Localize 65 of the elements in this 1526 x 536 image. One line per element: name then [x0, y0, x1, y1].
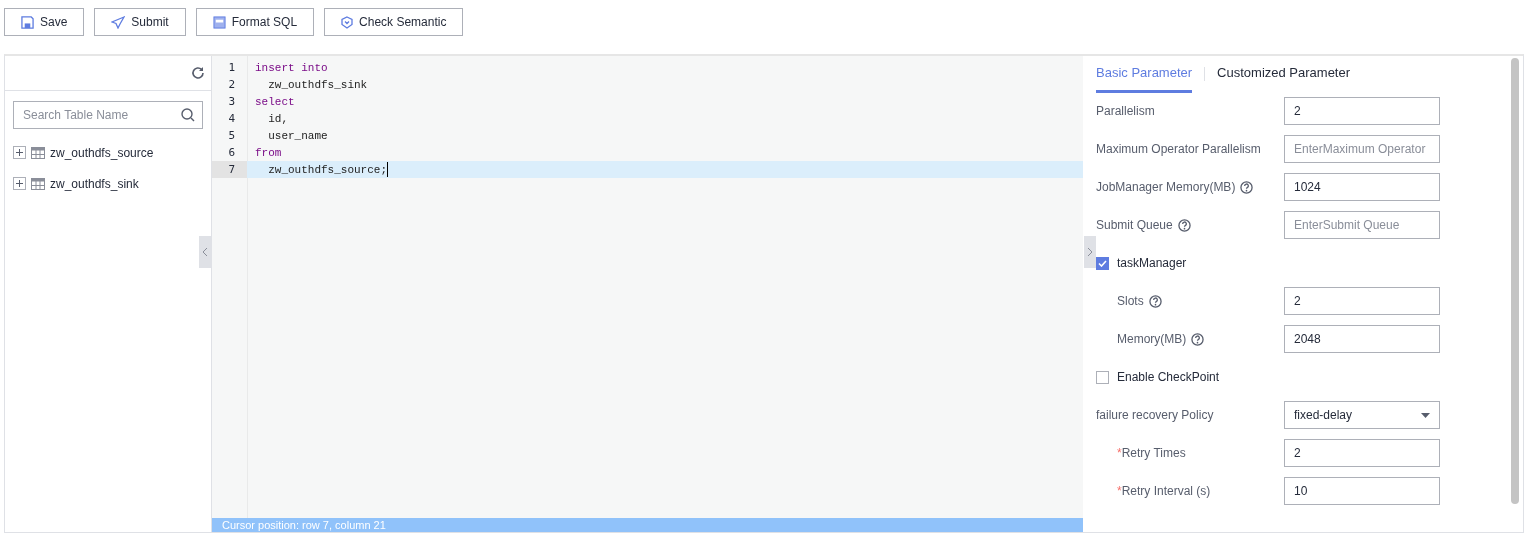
- checkbox[interactable]: [1096, 256, 1109, 270]
- code-line: id,: [267, 112, 288, 125]
- caret-icon: [1421, 412, 1430, 418]
- search-icon[interactable]: [181, 108, 195, 122]
- code-line: zw_outhdfs_source;: [267, 163, 388, 176]
- expand-icon[interactable]: [13, 177, 26, 190]
- expand-handle[interactable]: [1084, 236, 1096, 268]
- input-field[interactable]: EnterSubmit Queue: [1284, 211, 1440, 239]
- line-number: 4: [227, 111, 236, 127]
- refresh-icon[interactable]: [191, 66, 205, 80]
- dropdown[interactable]: fixed-delay: [1284, 401, 1440, 429]
- input-field[interactable]: EnterMaximum Operator: [1284, 135, 1440, 163]
- line-number: 3: [227, 94, 236, 110]
- help-icon[interactable]: [1240, 180, 1254, 194]
- input-field[interactable]: 2: [1284, 287, 1440, 315]
- field-label: Maximum Operator Parallelism: [1096, 142, 1261, 156]
- toolbar-button[interactable]: Submit: [94, 8, 186, 36]
- checkbox-label: taskManager: [1117, 256, 1187, 270]
- field-label: Memory(MB): [1117, 332, 1187, 346]
- toolbar-button[interactable]: Check Semantic: [324, 8, 464, 36]
- save-icon: [21, 15, 34, 29]
- shield-icon: [341, 15, 354, 29]
- field-label: *Retry Interval (s): [1117, 484, 1211, 498]
- document-icon: [212, 15, 226, 29]
- collapse-handle[interactable]: [199, 236, 211, 268]
- code-line: zw_outhdfs_sink: [267, 78, 368, 91]
- send-icon: [111, 15, 126, 29]
- code-line: insert into: [255, 61, 328, 74]
- table-name[interactable]: zw_outhdfs_sink: [50, 176, 139, 191]
- scrollbar[interactable]: [1511, 58, 1519, 504]
- expand-icon[interactable]: [13, 146, 26, 159]
- field-label: failure recovery Policy: [1096, 408, 1214, 422]
- line-number: 1: [227, 60, 236, 76]
- input-field[interactable]: 2: [1284, 97, 1440, 125]
- help-icon[interactable]: [1148, 294, 1162, 308]
- tab[interactable]: Customized Parameter: [1217, 55, 1351, 93]
- help-icon[interactable]: [1191, 332, 1205, 346]
- field-label: JobManager Memory(MB): [1096, 180, 1236, 194]
- table-icon: [31, 177, 45, 190]
- table-icon: [31, 146, 45, 159]
- input-field[interactable]: 10: [1284, 477, 1440, 505]
- field-label: Slots: [1117, 294, 1144, 308]
- code-line: user_name: [267, 129, 328, 142]
- status-bar: Cursor position: row 7, column 21: [212, 518, 1083, 532]
- line-number: 5: [227, 128, 236, 144]
- line-number: 6: [227, 145, 236, 161]
- field-label: Submit Queue: [1096, 218, 1173, 232]
- code-line: from: [255, 146, 282, 159]
- search-field[interactable]: Search Table Name: [13, 101, 203, 129]
- input-field[interactable]: 2048: [1284, 325, 1440, 353]
- toolbar-button[interactable]: Format SQL: [195, 8, 315, 36]
- input-field[interactable]: 1024: [1284, 173, 1440, 201]
- help-icon[interactable]: [1177, 218, 1191, 232]
- field-label: *Retry Times: [1117, 446, 1186, 460]
- line-number: 7: [212, 161, 247, 178]
- checkbox-label: Enable CheckPoint: [1117, 370, 1220, 384]
- toolbar-button[interactable]: Save: [4, 8, 85, 36]
- table-name[interactable]: zw_outhdfs_source: [50, 145, 154, 160]
- input-field[interactable]: 2: [1284, 439, 1440, 467]
- checkbox[interactable]: [1096, 370, 1109, 384]
- code-line: select: [255, 95, 295, 108]
- line-number: 2: [227, 77, 236, 93]
- field-label: Parallelism: [1096, 104, 1155, 118]
- text-cursor: [387, 162, 389, 177]
- tab[interactable]: Basic Parameter: [1096, 55, 1193, 93]
